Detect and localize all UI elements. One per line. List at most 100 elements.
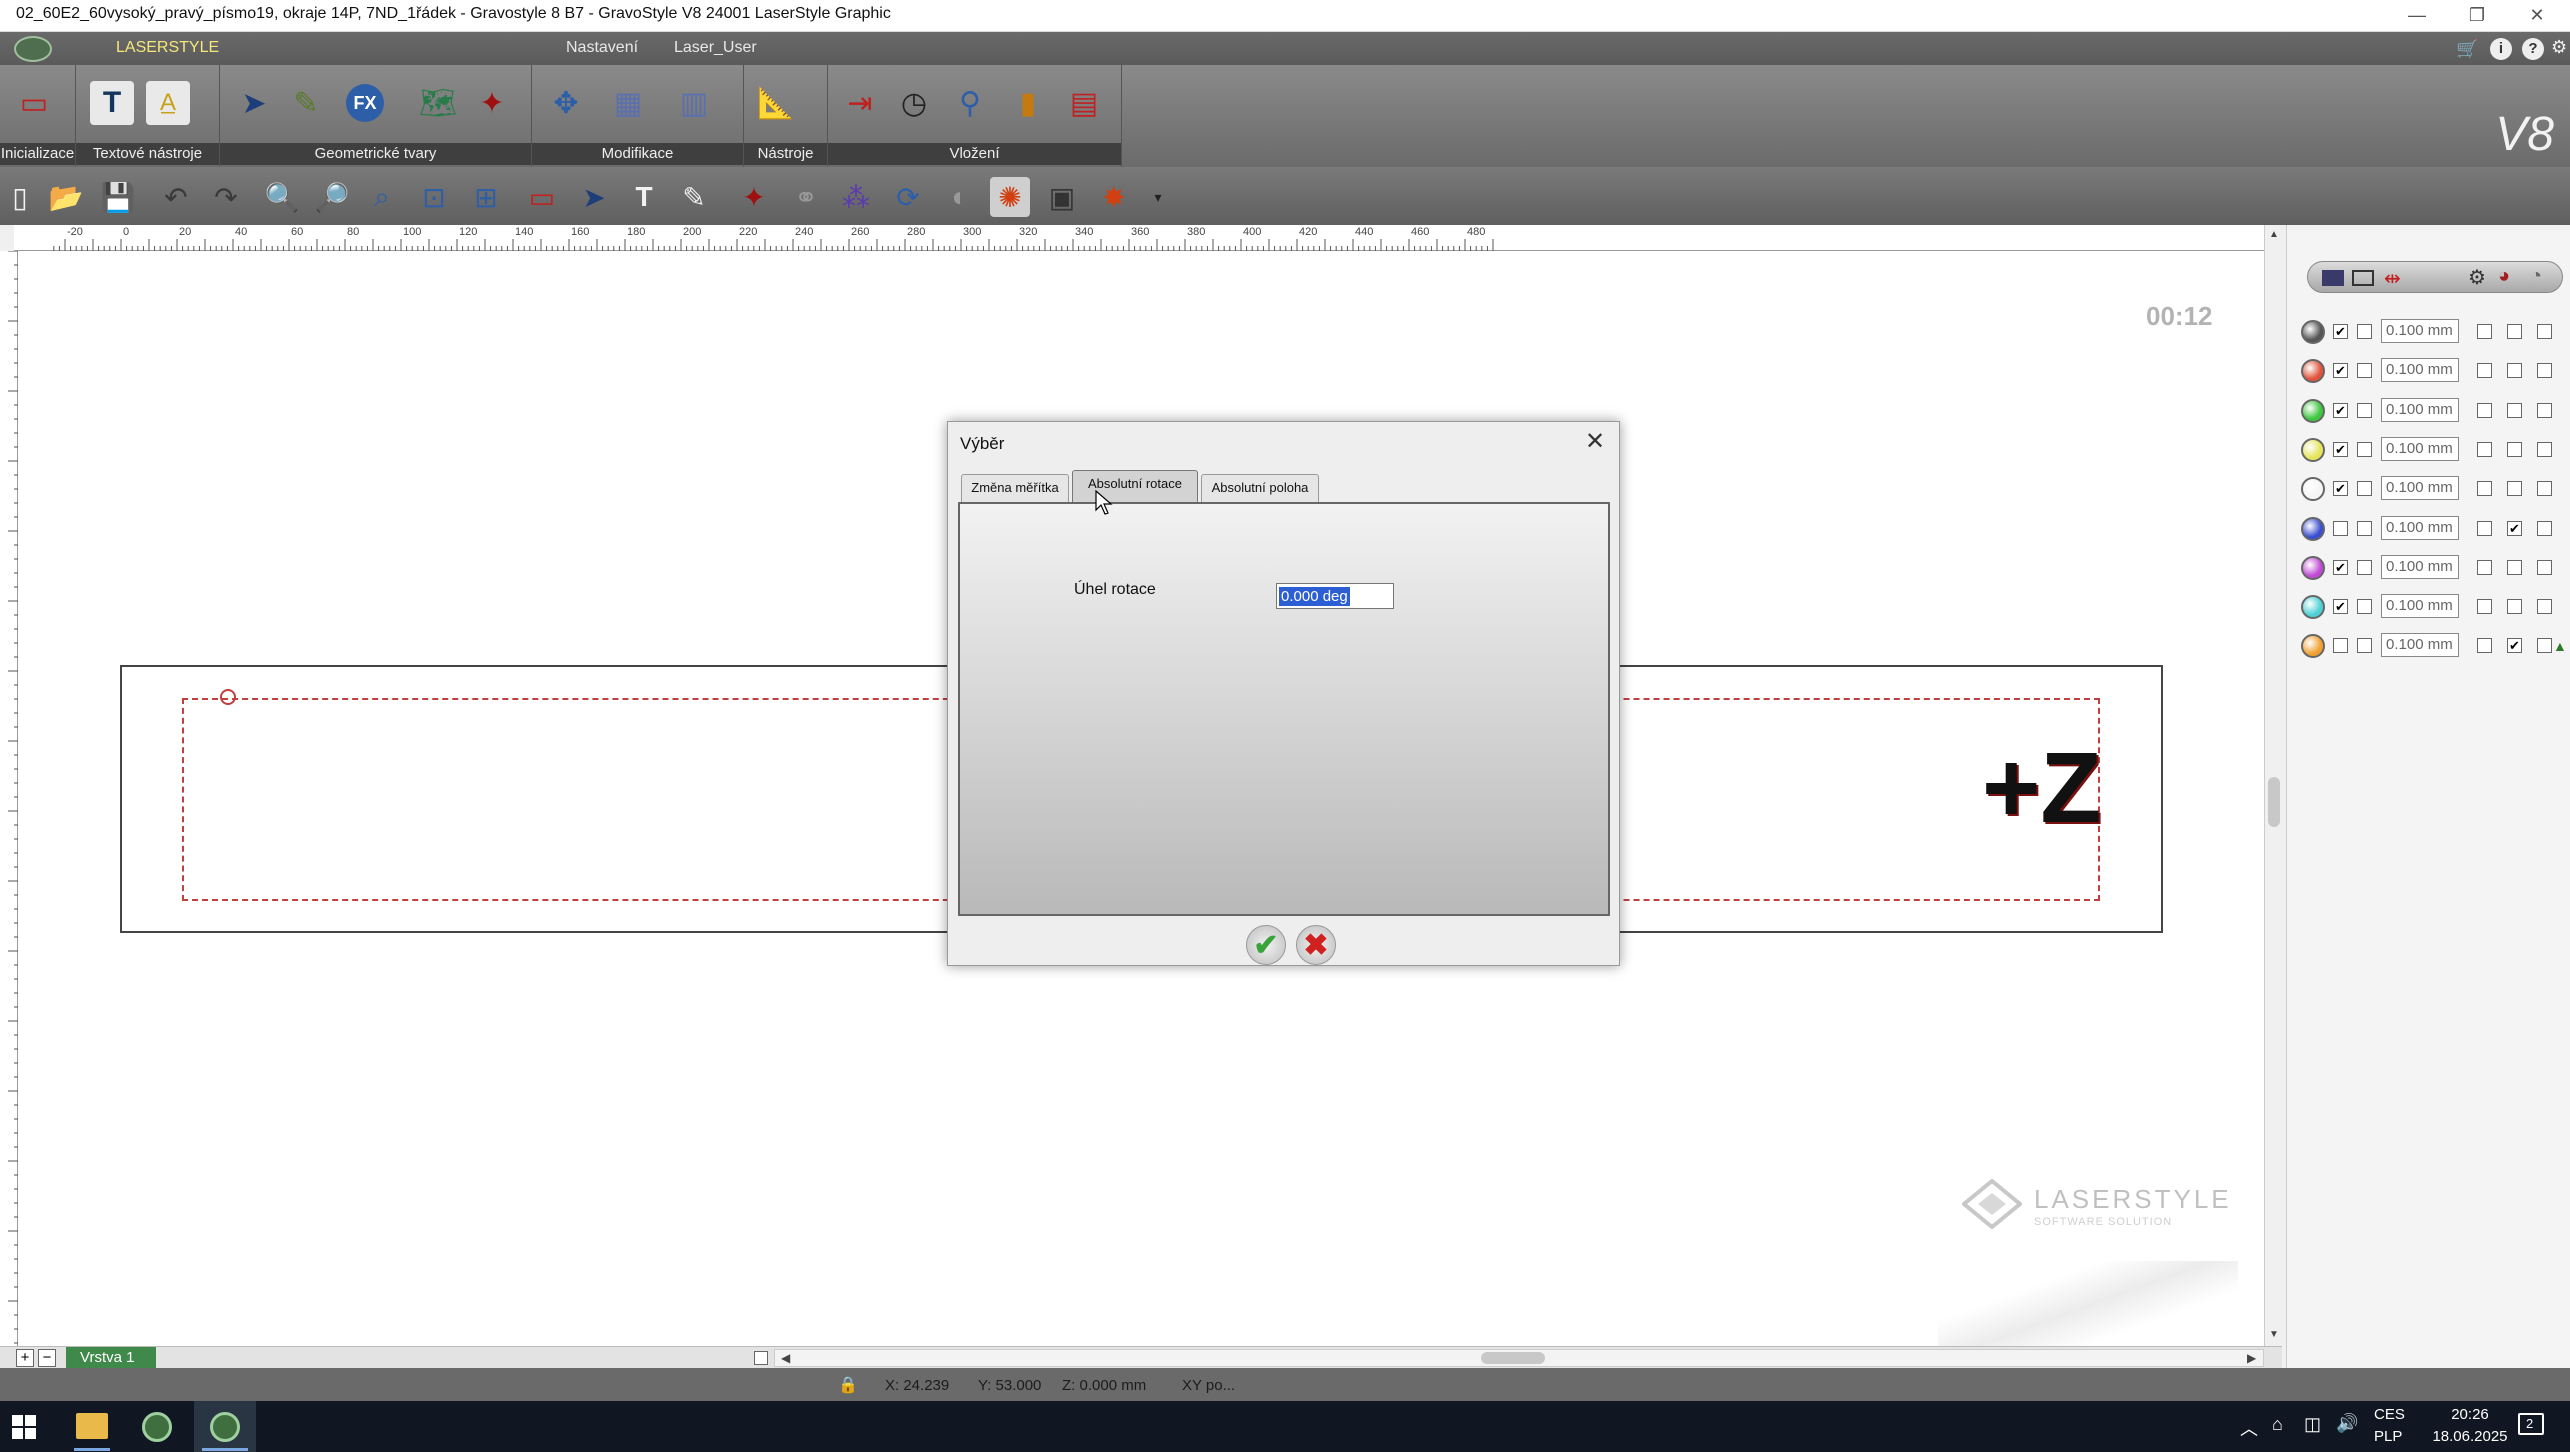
color-option-checkbox[interactable] [2477, 559, 2492, 575]
zoom-out-icon[interactable]: 🔎 [312, 177, 352, 217]
color-option-checkbox[interactable]: ✔ [2507, 638, 2522, 654]
dialog-close-button[interactable]: ✕ [1579, 426, 1611, 458]
color-option-checkbox[interactable] [2477, 363, 2492, 379]
color-option-checkbox[interactable] [2477, 599, 2492, 615]
color-option-checkbox[interactable] [2507, 402, 2522, 418]
text-icon[interactable]: T [624, 177, 664, 217]
color-enabled-checkbox[interactable]: ✔ [2333, 599, 2348, 615]
image-icon[interactable]: 🗺 [416, 81, 460, 125]
add-layer-button[interactable]: + [16, 1349, 34, 1367]
color-option-checkbox[interactable] [2537, 520, 2552, 536]
initialize-icon[interactable]: ▭ [12, 81, 56, 125]
color-swatch[interactable] [2301, 437, 2325, 462]
remove-layer-button[interactable]: − [38, 1349, 56, 1367]
frame-icon[interactable]: ▭ [522, 177, 562, 217]
color-swatch[interactable] [2301, 634, 2325, 659]
wifi-icon[interactable]: ◫ [2304, 1414, 2321, 1435]
undo-icon[interactable]: ↶ [156, 177, 196, 217]
menu-laser-user[interactable]: Laser_User [674, 39, 757, 57]
color-option-checkbox[interactable] [2477, 481, 2492, 497]
color-option-checkbox[interactable] [2357, 402, 2372, 418]
refresh-icon[interactable]: ⟳ [888, 177, 928, 217]
node-icon[interactable]: ✦ [734, 177, 774, 217]
vertical-scrollbar[interactable]: ▲ ▼ [2264, 225, 2282, 1346]
color-enabled-checkbox[interactable] [2333, 520, 2348, 536]
color-option-checkbox[interactable] [2507, 481, 2522, 497]
scroll-left-icon[interactable]: ◀ [781, 1351, 790, 1365]
color-option-checkbox[interactable] [2477, 441, 2492, 457]
select-arrow-icon[interactable]: ➤ [232, 81, 276, 125]
color-swatch[interactable] [2301, 398, 2325, 423]
text-tool-icon[interactable]: T [90, 81, 134, 125]
zoom-page-icon[interactable]: ⊞ [466, 177, 506, 217]
cancel-button[interactable]: ✖ [1296, 925, 1336, 965]
laser-power-icon[interactable]: ◕ [2498, 265, 2510, 288]
color-option-checkbox[interactable] [2357, 520, 2372, 536]
line-width-input[interactable]: 0.100 mm [2381, 319, 2459, 343]
pen-icon[interactable]: ✎ [674, 177, 714, 217]
color-option-checkbox[interactable] [2477, 520, 2492, 536]
color-swatch[interactable] [2301, 359, 2325, 384]
distribute-icon[interactable]: ▥ [672, 81, 716, 125]
engrave-icon[interactable]: ◐ [940, 177, 980, 217]
color-option-checkbox[interactable] [2357, 441, 2372, 457]
rotation-handle[interactable] [220, 689, 236, 705]
settings-icon[interactable]: ⚙ [2551, 37, 2567, 58]
help-icon[interactable]: ? [2522, 38, 2544, 60]
color-enabled-checkbox[interactable]: ✔ [2333, 441, 2348, 457]
zoom-in-icon[interactable]: 🔍 [262, 177, 302, 217]
keyboard-language[interactable]: CES [2374, 1406, 2405, 1423]
color-enabled-checkbox[interactable]: ✔ [2333, 363, 2348, 379]
line-width-input[interactable]: 0.100 mm [2381, 436, 2459, 461]
draw-pen-icon[interactable]: ✎ [284, 81, 328, 125]
color-option-checkbox[interactable] [2537, 441, 2552, 457]
windows-start-icon[interactable] [12, 1415, 36, 1444]
clock-time[interactable]: 20:26 [2438, 1406, 2502, 1423]
move-icon[interactable]: ✥ [544, 81, 588, 125]
color-option-checkbox[interactable] [2507, 559, 2522, 575]
cart-icon[interactable]: 🛒 [2456, 39, 2478, 60]
color-option-checkbox[interactable] [2507, 441, 2522, 457]
color-option-checkbox[interactable] [2357, 363, 2372, 379]
barcode-scanner-icon[interactable]: ⚲ [948, 81, 992, 125]
scroll-up-icon[interactable]: ▲ [2269, 229, 2279, 240]
align-icon[interactable]: ▦ [606, 81, 650, 125]
line-width-input[interactable]: 0.100 mm [2381, 397, 2459, 422]
color-swatch[interactable] [2301, 595, 2325, 620]
color-enabled-checkbox[interactable]: ✔ [2333, 402, 2348, 418]
scroll-down-icon[interactable]: ▼ [2269, 1329, 2279, 1340]
machine-icon[interactable]: ▣ [1042, 177, 1082, 217]
node-edit-icon[interactable]: ✦ [470, 81, 514, 125]
horizontal-scrollbar[interactable]: ◀ ▶ [774, 1349, 2264, 1367]
line-width-input[interactable]: 0.100 mm [2381, 476, 2459, 501]
line-width-input[interactable]: 0.100 mm [2381, 633, 2459, 658]
group-icon[interactable]: ⁂ [836, 177, 876, 217]
menu-nastaveni[interactable]: Nastavení [566, 39, 638, 57]
color-enabled-checkbox[interactable] [2333, 638, 2348, 654]
insert-table-icon[interactable]: ▤ [1062, 81, 1106, 125]
color-option-checkbox[interactable] [2537, 481, 2552, 497]
speed-icon[interactable]: ◔ [2530, 265, 2542, 288]
weld-icon[interactable]: ⚭ [786, 177, 826, 217]
canvas-text-object[interactable]: +Z [1982, 731, 2101, 846]
rotation-angle-input[interactable]: 0.000 deg [1276, 583, 1394, 609]
new-file-icon[interactable]: ▯ [0, 177, 40, 217]
close-window-button[interactable]: ✕ [2507, 0, 2567, 32]
pass-settings-icon[interactable]: ⚙ [2468, 265, 2486, 290]
color-option-checkbox[interactable] [2357, 559, 2372, 575]
color-option-checkbox[interactable] [2477, 638, 2492, 654]
text-style-icon[interactable]: A̲ [146, 81, 190, 125]
color-option-checkbox[interactable] [2537, 638, 2552, 654]
line-width-input[interactable]: 0.100 mm [2381, 594, 2459, 619]
color-option-checkbox[interactable] [2477, 324, 2492, 339]
line-width-input[interactable]: 0.100 mm [2381, 515, 2459, 540]
maximize-button[interactable]: ❐ [2447, 0, 2507, 32]
save-icon[interactable]: 💾 [98, 177, 138, 217]
outline-mode-icon[interactable] [2352, 270, 2374, 286]
color-option-checkbox[interactable] [2477, 402, 2492, 418]
keyboard-layout[interactable]: PLP [2374, 1428, 2402, 1445]
line-width-input[interactable]: 0.100 mm [2381, 554, 2459, 579]
burst-icon[interactable]: ✸ [1094, 177, 1134, 217]
layer-tab[interactable]: Vrstva 1 [66, 1347, 156, 1369]
open-file-icon[interactable]: 📂 [46, 177, 86, 217]
